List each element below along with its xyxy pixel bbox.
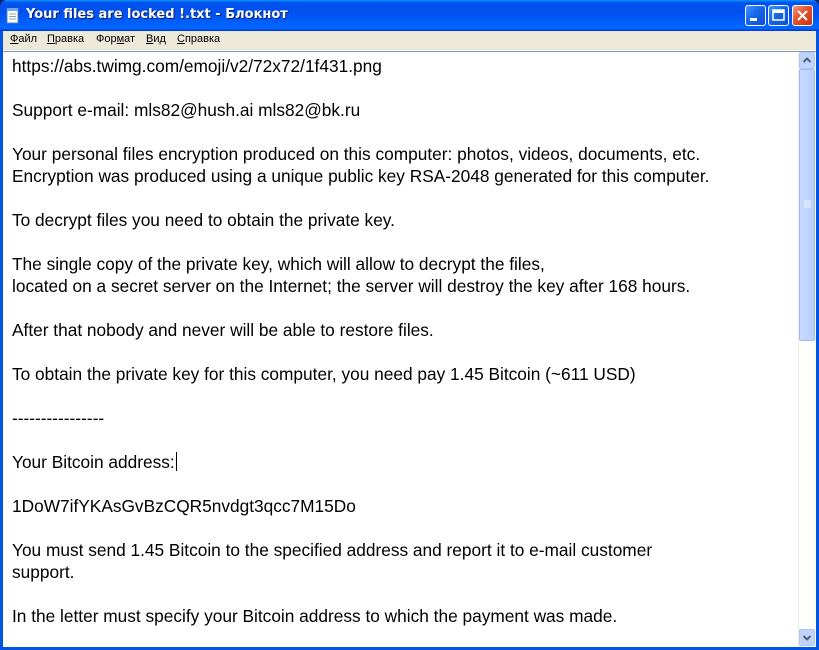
menu-file[interactable]: Файл bbox=[10, 33, 37, 45]
menu-view[interactable]: Вид bbox=[146, 33, 166, 45]
text-line bbox=[12, 583, 792, 605]
close-button[interactable] bbox=[792, 5, 813, 26]
text-line bbox=[12, 429, 792, 451]
text-line: located on a secret server on the Intern… bbox=[12, 276, 691, 296]
scroll-grip-icon bbox=[804, 200, 811, 208]
text-caret bbox=[175, 452, 177, 471]
text-line: The single copy of the private key, whic… bbox=[12, 254, 545, 274]
text-line: 1DoW7ifYKAsGvBzCQR5nvdgt3qcc7M15Do bbox=[12, 496, 356, 516]
window-frame-left bbox=[0, 31, 3, 650]
text-line: ---------------- bbox=[12, 408, 105, 428]
text-line: Your Bitcoin address: bbox=[12, 452, 177, 472]
text-line: Your personal files encryption produced … bbox=[12, 144, 701, 164]
text-editor[interactable]: https://abs.twimg.com/emoji/v2/72x72/1f4… bbox=[3, 51, 816, 647]
text-line bbox=[12, 77, 792, 99]
text-line: To obtain the private key for this compu… bbox=[12, 364, 636, 384]
document-text[interactable]: https://abs.twimg.com/emoji/v2/72x72/1f4… bbox=[12, 55, 792, 645]
text-line: Encryption was produced using a unique p… bbox=[12, 166, 710, 186]
text-line: In the letter must specify your Bitcoin … bbox=[12, 606, 618, 626]
text-line bbox=[12, 341, 792, 363]
minimize-icon bbox=[750, 18, 757, 21]
scroll-thumb[interactable] bbox=[799, 69, 815, 341]
text-line bbox=[12, 231, 792, 253]
maximize-icon bbox=[772, 9, 785, 21]
notepad-window: Your files are locked !.txt - Блокнот Фа… bbox=[0, 0, 819, 650]
text-line bbox=[12, 385, 792, 407]
menu-bar: Файл Правка Формат Вид Справка bbox=[3, 31, 816, 51]
vertical-scrollbar[interactable] bbox=[798, 52, 816, 646]
text-line bbox=[12, 187, 792, 209]
menu-help[interactable]: Справка bbox=[177, 33, 220, 45]
maximize-button[interactable] bbox=[768, 5, 789, 26]
text-line: To decrypt files you need to obtain the … bbox=[12, 210, 395, 230]
text-line bbox=[12, 297, 792, 319]
title-bar[interactable]: Your files are locked !.txt - Блокнот bbox=[0, 0, 819, 31]
text-line: You must send 1.45 Bitcoin to the specif… bbox=[12, 540, 653, 560]
text-line: After that nobody and never will be able… bbox=[12, 320, 434, 340]
text-line: https://abs.twimg.com/emoji/v2/72x72/1f4… bbox=[12, 56, 382, 76]
text-line bbox=[12, 121, 792, 143]
menu-format[interactable]: Формат bbox=[96, 33, 135, 45]
scroll-up-arrow-icon bbox=[802, 57, 812, 63]
close-icon bbox=[797, 10, 808, 21]
text-line: support. bbox=[12, 562, 75, 582]
text-line bbox=[12, 517, 792, 539]
menu-edit[interactable]: Правка bbox=[47, 33, 84, 45]
scroll-down-arrow-icon bbox=[802, 635, 812, 641]
notepad-icon[interactable] bbox=[6, 7, 20, 24]
scroll-down-button[interactable] bbox=[799, 629, 815, 646]
minimize-button[interactable] bbox=[745, 5, 766, 26]
scroll-up-button[interactable] bbox=[799, 52, 815, 69]
text-line: Support e-mail: mls82@hush.ai mls82@bk.r… bbox=[12, 100, 361, 120]
text-line bbox=[12, 473, 792, 495]
window-title: Your files are locked !.txt - Блокнот bbox=[26, 7, 288, 22]
